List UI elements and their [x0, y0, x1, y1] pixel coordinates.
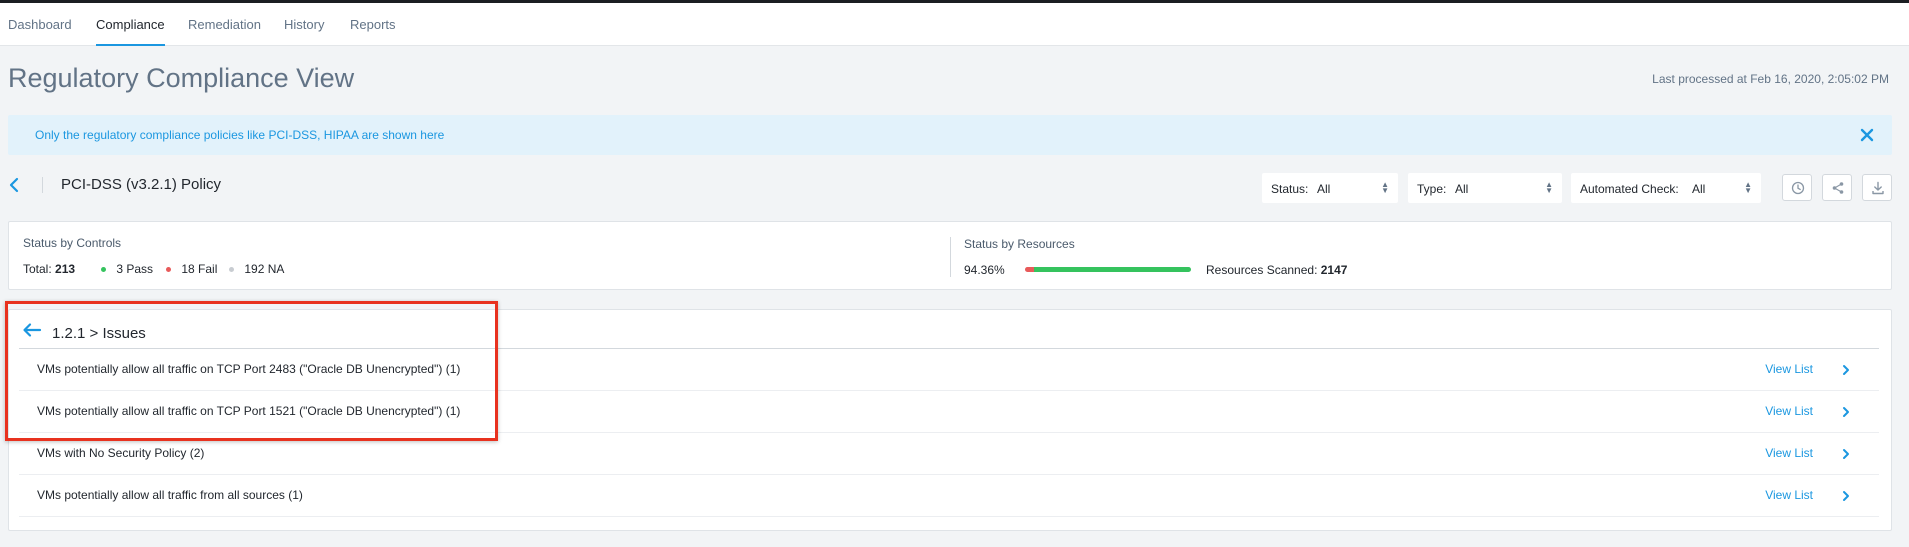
resources-percent: 94.36%: [964, 263, 1005, 277]
top-nav: Dashboard Compliance Remediation History…: [0, 3, 1909, 46]
status-by-controls-title: Status by Controls: [23, 236, 122, 250]
info-banner: Only the regulatory compliance policies …: [8, 115, 1892, 155]
controls-pass-count: 3 Pass: [116, 262, 154, 276]
issue-row[interactable]: VMs potentially allow all traffic from a…: [19, 475, 1879, 517]
automated-check-filter-label: Automated Check:: [1580, 182, 1679, 196]
share-button[interactable]: [1822, 174, 1852, 201]
issue-label: VMs with No Security Policy (2): [37, 446, 205, 460]
title-divider: [42, 177, 43, 193]
resources-scanned-value: 2147: [1320, 263, 1348, 277]
tab-reports[interactable]: Reports: [350, 3, 396, 46]
schedule-button[interactable]: [1782, 174, 1812, 201]
status-by-resources-title: Status by Resources: [964, 237, 1075, 251]
type-filter-value: All: [1455, 182, 1469, 196]
progress-pass-segment: [1034, 267, 1191, 272]
controls-total: Total: 213: [23, 262, 75, 276]
controls-na: 192 NA: [229, 262, 284, 276]
issue-label: VMs potentially allow all traffic on TCP…: [37, 362, 461, 376]
type-filter[interactable]: Type: All ▲ ▼: [1408, 173, 1562, 203]
clock-icon: [1791, 181, 1805, 195]
resources-scanned: Resources Scanned: 2147: [1206, 263, 1347, 277]
sort-arrows-icon: ▲ ▼: [1744, 180, 1752, 195]
status-filter-label: Status:: [1271, 182, 1309, 196]
na-dot-icon: [229, 267, 234, 273]
status-filter-value: All: [1317, 182, 1331, 196]
policy-title: PCI-DSS (v3.2.1) Policy: [61, 176, 222, 193]
controls-na-count: 192 NA: [244, 262, 285, 276]
issues-card: 1.2.1 > Issues VMs potentially allow all…: [8, 309, 1892, 531]
card-divider: [950, 237, 951, 277]
view-list-link[interactable]: View List: [1765, 362, 1813, 376]
issues-breadcrumb: 1.2.1 > Issues: [52, 325, 146, 342]
status-filter[interactable]: Status: All ▲ ▼: [1262, 173, 1398, 203]
sort-arrows-icon: ▲ ▼: [1381, 180, 1389, 195]
close-icon[interactable]: [1856, 124, 1878, 146]
issue-row[interactable]: VMs potentially allow all traffic on TCP…: [19, 391, 1879, 433]
page-title: Regulatory Compliance View: [8, 63, 355, 93]
info-banner-text: Only the regulatory compliance policies …: [35, 128, 445, 142]
view-list-link[interactable]: View List: [1765, 404, 1813, 418]
arrow-left-icon[interactable]: [22, 322, 42, 338]
pass-dot-icon: [101, 267, 106, 273]
download-button[interactable]: [1862, 174, 1892, 201]
chevron-right-icon[interactable]: [1841, 447, 1851, 459]
chevron-left-icon[interactable]: [7, 176, 23, 194]
chevron-right-icon[interactable]: [1841, 405, 1851, 417]
controls-fail: 18 Fail: [166, 262, 217, 276]
controls-total-label: Total:: [23, 262, 52, 276]
automated-check-filter-value: All: [1692, 182, 1706, 196]
sort-arrows-icon: ▲ ▼: [1545, 180, 1553, 195]
controls-pass: 3 Pass: [101, 262, 153, 276]
chevron-right-icon[interactable]: [1841, 489, 1851, 501]
type-filter-label: Type:: [1417, 182, 1447, 196]
tab-history[interactable]: History: [284, 3, 324, 46]
tab-compliance[interactable]: Compliance: [96, 3, 165, 46]
progress-fail-segment: [1025, 267, 1034, 272]
issue-row[interactable]: VMs potentially allow all traffic on TCP…: [19, 349, 1879, 391]
issue-label: VMs potentially allow all traffic on TCP…: [37, 404, 461, 418]
issue-row[interactable]: VMs with No Security Policy (2) View Lis…: [19, 433, 1879, 475]
resources-scanned-label: Resources Scanned:: [1206, 263, 1318, 277]
resources-progress-bar: [1025, 267, 1191, 272]
chevron-right-icon[interactable]: [1841, 363, 1851, 375]
view-list-link[interactable]: View List: [1765, 446, 1813, 460]
tab-dashboard[interactable]: Dashboard: [8, 3, 72, 46]
download-icon: [1872, 181, 1884, 195]
issue-label: VMs potentially allow all traffic from a…: [37, 488, 303, 502]
share-icon: [1832, 182, 1844, 194]
automated-check-filter[interactable]: Automated Check: All ▲ ▼: [1571, 173, 1761, 203]
last-processed-timestamp: Last processed at Feb 16, 2020, 2:05:02 …: [1652, 72, 1889, 86]
view-list-link[interactable]: View List: [1765, 488, 1813, 502]
controls-total-value: 213: [55, 262, 76, 276]
fail-dot-icon: [166, 267, 171, 273]
controls-fail-count: 18 Fail: [181, 262, 218, 276]
status-summary-card: Status by Controls Total: 213 3 Pass 18 …: [8, 221, 1892, 290]
tab-remediation[interactable]: Remediation: [188, 3, 261, 46]
